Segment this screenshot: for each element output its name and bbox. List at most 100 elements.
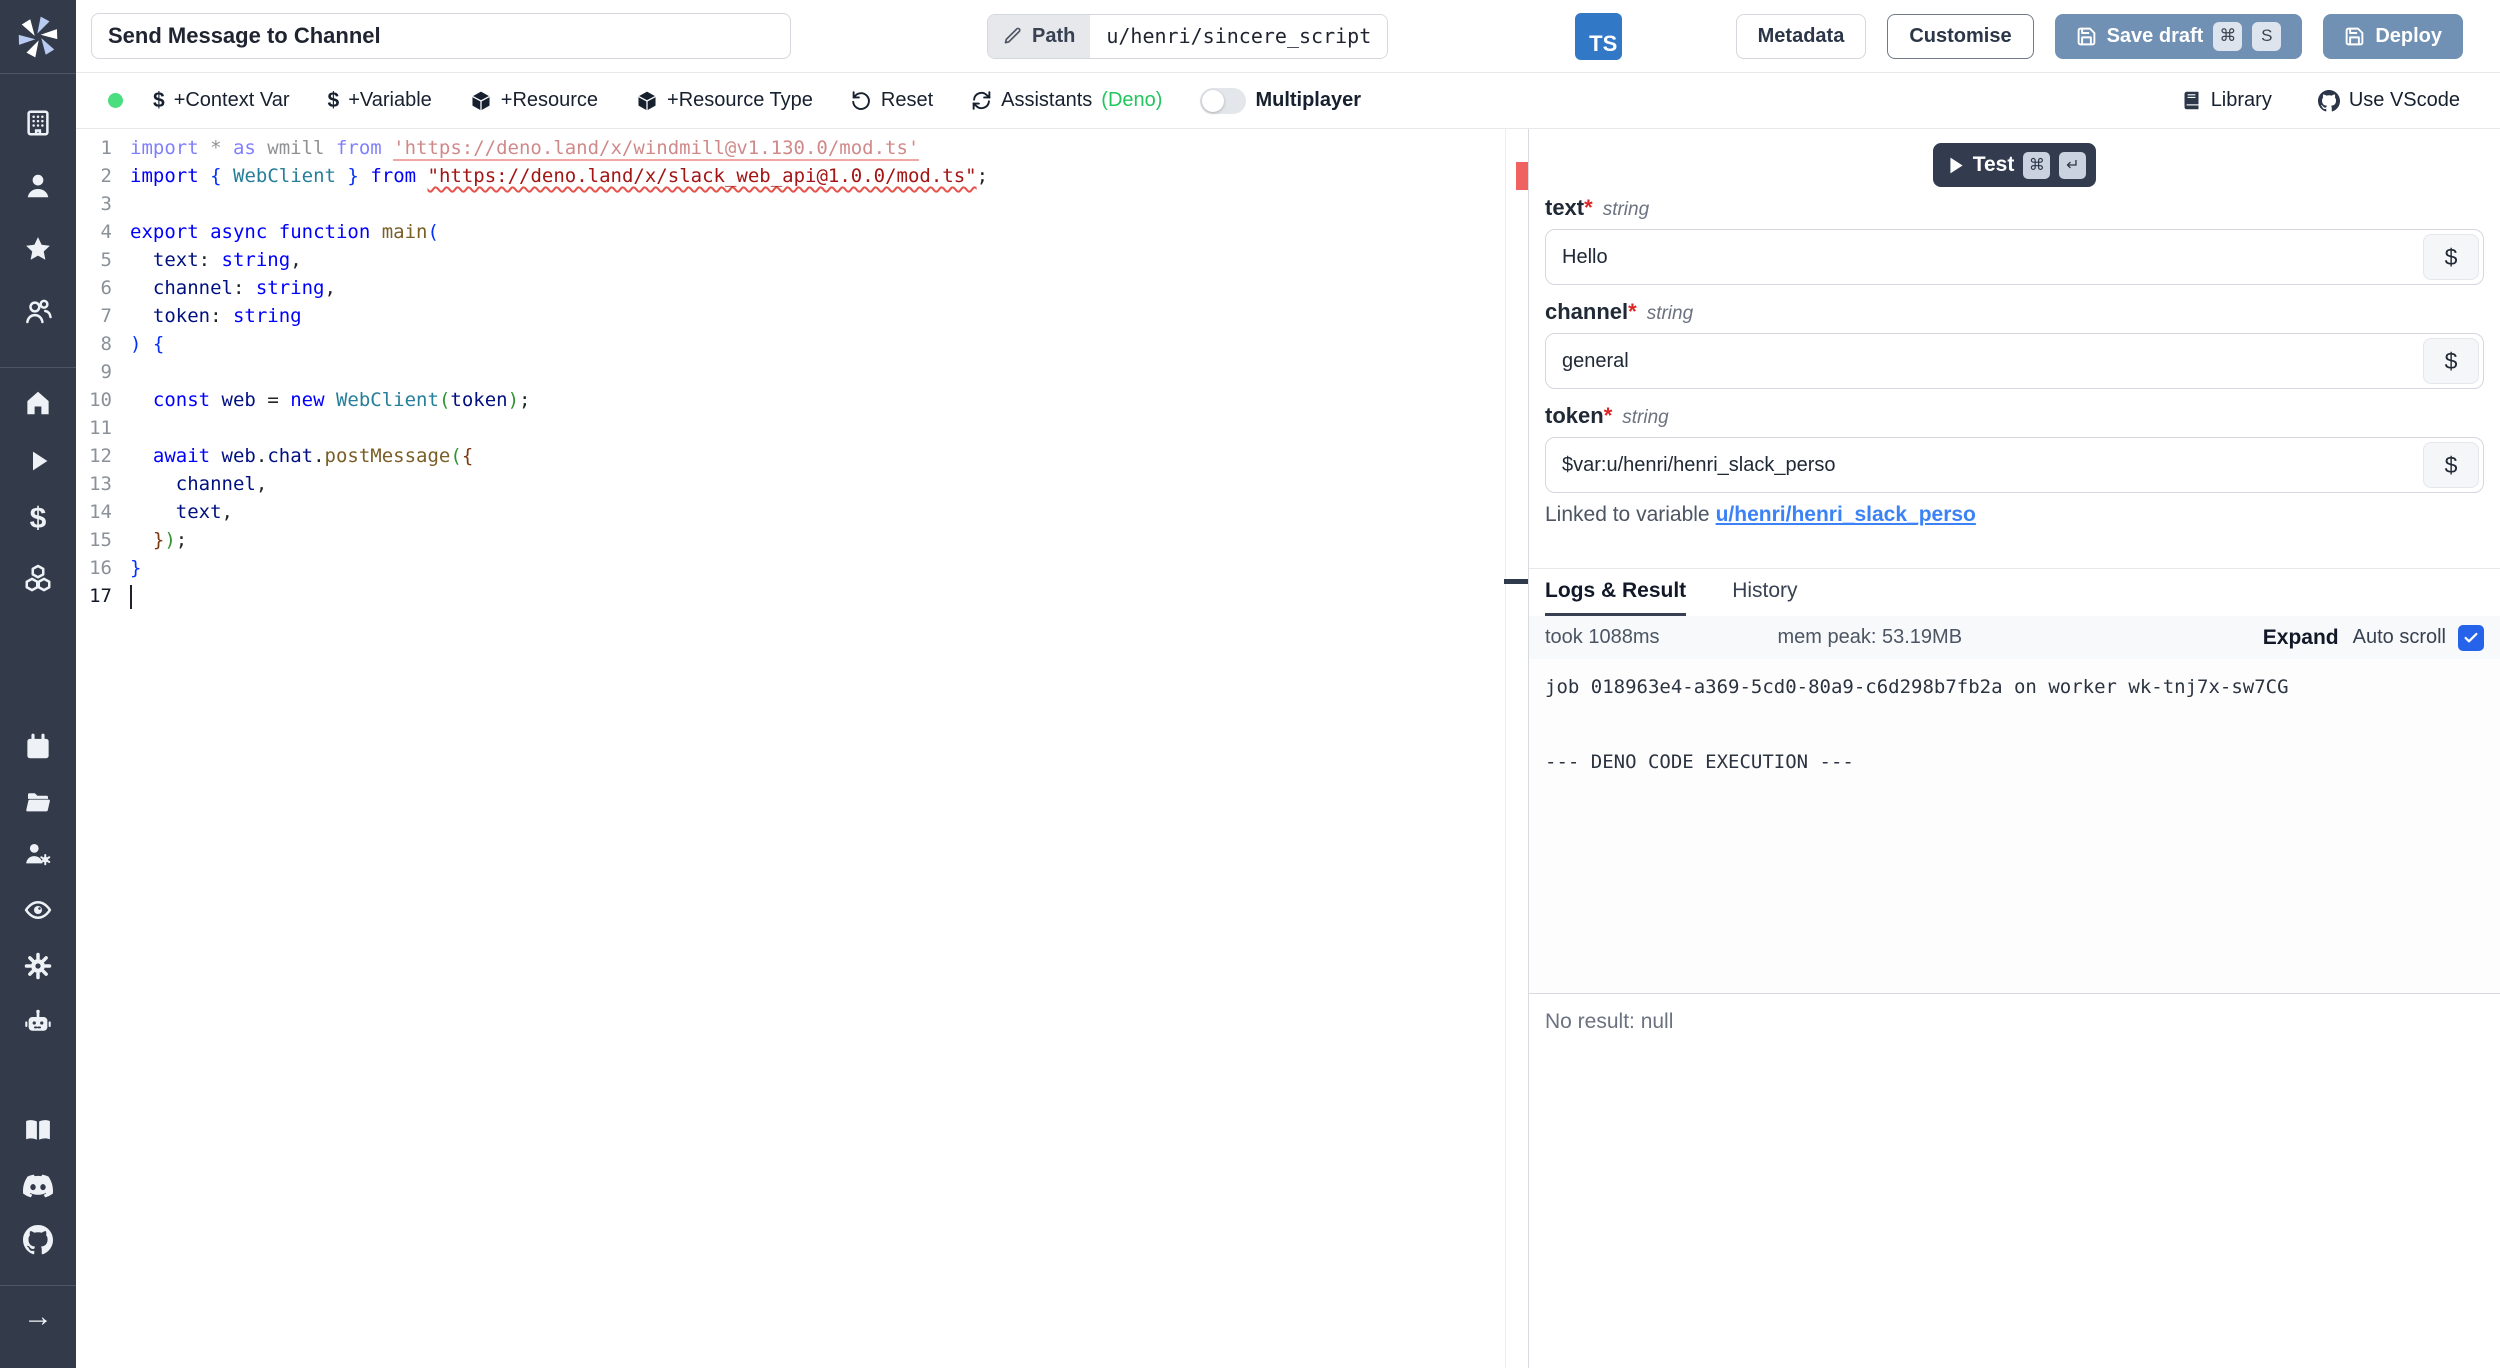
use-vscode-button[interactable]: Use VScode (2318, 89, 2460, 112)
save-draft-button[interactable]: Save draft ⌘ S (2055, 14, 2303, 59)
code-editor[interactable]: 1import * as wmill from 'https://deno.la… (76, 129, 1529, 1368)
code-line[interactable]: 17 (76, 582, 1528, 610)
arrow-right-icon[interactable]: → (0, 1300, 76, 1334)
text-cursor (130, 585, 132, 609)
code-lines: 1import * as wmill from 'https://deno.la… (76, 129, 1528, 610)
linked-variable-note: Linked to variableu/henri/henri_slack_pe… (1545, 503, 2484, 527)
variable-link[interactable]: u/henri/henri_slack_perso (1716, 503, 1976, 526)
discord-icon[interactable] (0, 1169, 76, 1203)
arg-type: string (1603, 199, 1649, 221)
gear-icon[interactable] (0, 949, 76, 983)
library-button[interactable]: Library (2181, 89, 2272, 112)
insert-variable-button[interactable]: $ (2423, 338, 2479, 384)
code-line[interactable]: 10 const web = new WebClient(token); (76, 386, 1528, 414)
arg-input-channel[interactable] (1545, 333, 2484, 389)
eye-icon[interactable] (0, 893, 76, 927)
pencil-icon (1003, 26, 1023, 46)
play-icon (1949, 157, 1964, 174)
user-icon[interactable] (0, 169, 76, 203)
arg-input-text[interactable] (1545, 229, 2484, 285)
autoscroll-checkbox[interactable] (2458, 625, 2484, 651)
line-number: 16 (76, 554, 112, 582)
tab-logs-result[interactable]: Logs & Result (1545, 569, 1686, 616)
editor-overview-ruler[interactable] (1505, 129, 1528, 1368)
result-output: No result: null (1529, 994, 2500, 1050)
add-resource-button[interactable]: +Resource (470, 89, 598, 112)
add-resource-type-button[interactable]: +Resource Type (636, 89, 813, 112)
path-value[interactable]: u/henri/sincere_script (1090, 15, 1387, 58)
code-line[interactable]: 8) { (76, 330, 1528, 358)
deploy-button[interactable]: Deploy (2323, 14, 2463, 59)
code-line[interactable]: 6 channel: string, (76, 274, 1528, 302)
code-line[interactable]: 3 (76, 190, 1528, 218)
star-icon[interactable] (0, 232, 76, 266)
add-context-var-button[interactable]: $ +Context Var (153, 89, 290, 113)
calendar-icon[interactable] (0, 730, 76, 764)
arg-input-token[interactable] (1545, 437, 2484, 493)
insert-variable-button[interactable]: $ (2423, 234, 2479, 280)
required-asterisk: * (1584, 195, 1593, 221)
assistants-button[interactable]: Assistants (Deno) (971, 89, 1162, 112)
boxes-icon[interactable] (0, 560, 76, 594)
code-line[interactable]: 12 await web.chat.postMessage({ (76, 442, 1528, 470)
code-line[interactable]: 11 (76, 414, 1528, 442)
code-line[interactable]: 1import * as wmill from 'https://deno.la… (76, 134, 1528, 162)
building-icon[interactable] (0, 106, 76, 140)
metadata-button[interactable]: Metadata (1736, 14, 1867, 59)
multiplayer-control: Multiplayer (1200, 88, 1361, 114)
line-number: 1 (76, 134, 112, 162)
script-arguments: text*string$channel*string$token*string$… (1529, 187, 2500, 527)
code-line[interactable]: 2import { WebClient } from "https://deno… (76, 162, 1528, 190)
path-label: Path (1032, 25, 1075, 48)
logs-output[interactable]: job 018963e4-a369-5cd0-80a9-c6d298b7fb2a… (1529, 659, 2500, 994)
code-line[interactable]: 16} (76, 554, 1528, 582)
arg-type: string (1622, 407, 1668, 429)
typescript-badge: TS (1575, 13, 1622, 60)
multiplayer-toggle[interactable] (1200, 88, 1246, 114)
path-pill[interactable]: Path u/henri/sincere_script (987, 14, 1388, 59)
robot-icon[interactable] (0, 1005, 76, 1039)
arg-label: channel*string (1545, 299, 2484, 325)
run-duration: took 1088ms (1545, 626, 1660, 649)
run-meta-bar: took 1088ms mem peak: 53.19MB Expand Aut… (1529, 616, 2500, 659)
customise-button[interactable]: Customise (1887, 14, 2033, 59)
play-icon[interactable] (0, 444, 76, 478)
windmill-logo-icon[interactable] (0, 0, 76, 73)
error-marker (1516, 162, 1528, 190)
logs-section: Logs & Result History took 1088ms mem pea… (1529, 568, 2500, 1368)
reset-button[interactable]: Reset (851, 89, 933, 112)
save-icon (2076, 26, 2097, 47)
folder-open-icon[interactable] (0, 785, 76, 819)
insert-variable-button[interactable]: $ (2423, 442, 2479, 488)
code-line[interactable]: 14 text, (76, 498, 1528, 526)
home-icon[interactable] (0, 386, 76, 420)
package-icon (636, 90, 658, 112)
code-line[interactable]: 7 token: string (76, 302, 1528, 330)
github-icon[interactable] (0, 1223, 76, 1257)
users-icon[interactable] (0, 295, 76, 329)
dollar-icon: $ (328, 89, 340, 113)
code-line[interactable]: 4export async function main( (76, 218, 1528, 246)
arg-type: string (1647, 303, 1693, 325)
run-panel: Test ⌘ ↵ text*string$channel*string$toke… (1529, 129, 2500, 1368)
code-line[interactable]: 15 }); (76, 526, 1528, 554)
line-number: 17 (76, 582, 112, 610)
users-gear-icon[interactable] (0, 837, 76, 871)
header-actions: Metadata Customise Save draft ⌘ S Deploy (1736, 14, 2463, 59)
book-open-icon[interactable] (0, 1113, 76, 1147)
code-line[interactable]: 9 (76, 358, 1528, 386)
add-variable-button[interactable]: $ +Variable (328, 89, 432, 113)
code-line[interactable]: 5 text: string, (76, 246, 1528, 274)
test-button[interactable]: Test ⌘ ↵ (1933, 143, 2097, 187)
tab-history[interactable]: History (1732, 569, 1797, 616)
sidebar-divider (0, 1285, 76, 1286)
code-line[interactable]: 13 channel, (76, 470, 1528, 498)
line-number: 3 (76, 190, 112, 218)
script-title-input[interactable] (91, 13, 791, 59)
windmill-app: $ (0, 0, 2500, 1368)
dollar-icon[interactable]: $ (0, 502, 76, 536)
refresh-icon (971, 90, 992, 111)
expand-button[interactable]: Expand (2263, 626, 2339, 650)
top-bar: Path u/henri/sincere_script TS Metadata … (76, 0, 2500, 73)
save-draft-label: Save draft (2107, 25, 2204, 48)
